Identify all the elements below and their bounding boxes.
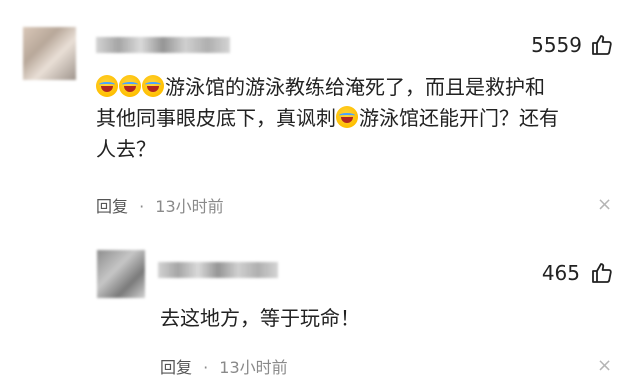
username[interactable]	[158, 262, 278, 278]
comment-meta: 回复 · 13小时前	[96, 193, 224, 217]
close-icon[interactable]: ×	[597, 355, 612, 376]
laughing-crying-emoji	[119, 75, 141, 97]
timestamp: 13小时前	[155, 197, 224, 216]
comment-line-2: 其他同事眼皮底下，真讽刺 游泳馆还能开门？还有	[96, 106, 559, 130]
like-count: 5559	[531, 33, 582, 57]
comment-text: 游泳馆的游泳教练给淹死了，而且是救护和 其他同事眼皮底下，真讽刺 游泳馆还能开门？…	[96, 72, 616, 165]
avatar[interactable]	[97, 250, 145, 298]
meta-separator: ·	[139, 197, 145, 216]
avatar[interactable]	[23, 27, 76, 80]
reply-button[interactable]: 回复	[96, 197, 128, 216]
comment-line-3: 人去？	[96, 137, 156, 161]
close-icon[interactable]: ×	[597, 194, 612, 215]
thumbs-up-icon[interactable]	[590, 33, 614, 57]
comment-meta: 回复 · 13小时前	[160, 354, 288, 378]
comment-line-1: 游泳馆的游泳教练给淹死了，而且是救护和	[96, 72, 616, 103]
like-count: 465	[541, 261, 580, 285]
laughing-crying-emoji	[336, 106, 358, 128]
comment-text: 去这地方，等于玩命！	[160, 306, 360, 330]
timestamp: 13小时前	[219, 358, 288, 377]
thumbs-up-icon[interactable]	[590, 261, 614, 285]
meta-separator: ·	[203, 358, 209, 377]
username[interactable]	[96, 37, 230, 53]
reply-button[interactable]: 回复	[160, 358, 192, 377]
laughing-crying-emoji	[142, 75, 164, 97]
laughing-crying-emoji	[96, 75, 118, 97]
